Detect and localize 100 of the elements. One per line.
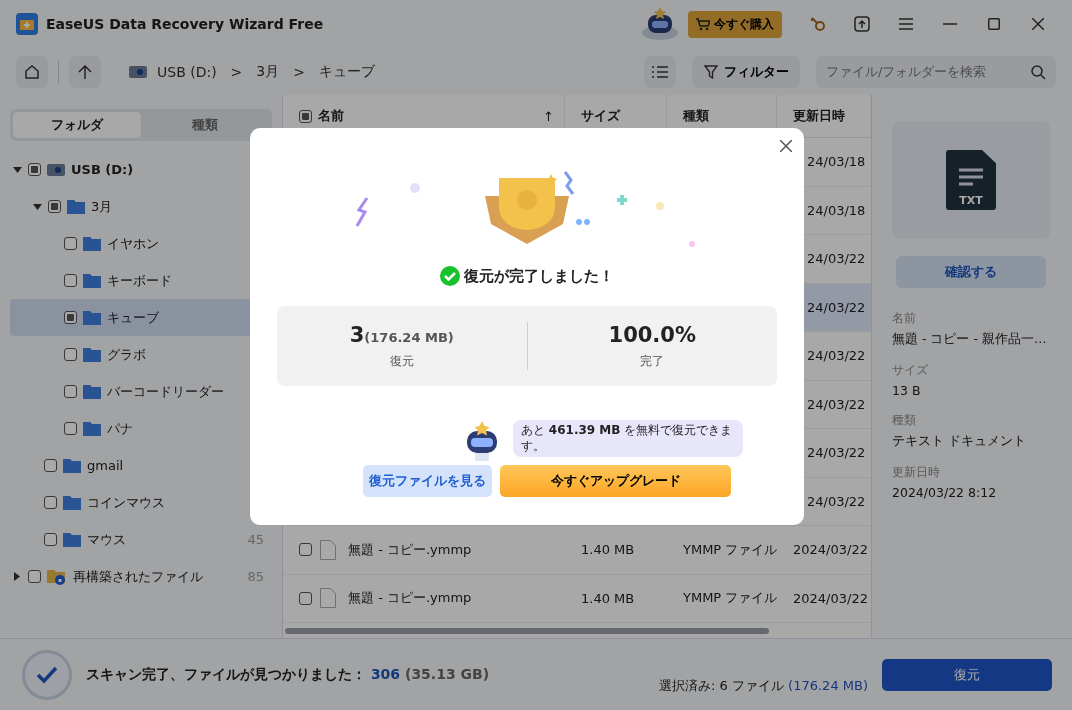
folder-icon <box>63 458 81 473</box>
detail-label: 種類 <box>892 412 917 429</box>
tree-item[interactable]: キューブ <box>107 308 159 327</box>
up-button[interactable] <box>69 55 101 88</box>
item-count: 45 <box>247 532 264 547</box>
table-cell-text: YMMP ファイル <box>682 589 777 608</box>
folder-icon <box>63 532 81 547</box>
detail-value: 13 B <box>892 383 922 398</box>
scrollbar-thumb[interactable] <box>285 628 769 634</box>
folder-icon <box>83 347 101 362</box>
checkbox[interactable] <box>28 570 41 583</box>
checkbox[interactable] <box>64 422 77 435</box>
folder-icon <box>83 384 101 399</box>
selection-summary: 選択済み: 6 ファイル (176.24 MB) <box>659 677 868 695</box>
recover-button[interactable]: 復元 <box>882 659 1052 691</box>
checkbox[interactable] <box>48 200 61 213</box>
buy-button[interactable]: 今すぐ購入 <box>688 10 782 38</box>
search-icon[interactable] <box>1031 64 1046 80</box>
tree-item[interactable]: USB (D:) <box>71 162 134 177</box>
column-header[interactable]: 種類 <box>683 107 709 125</box>
stat-label: 完了 <box>640 352 665 370</box>
file-icon <box>320 588 336 609</box>
checkbox[interactable] <box>64 311 77 324</box>
search-field[interactable]: ファイル/フォルダーを検索 <box>816 55 1056 88</box>
confirm-button[interactable]: 確認する <box>896 256 1046 288</box>
up-arrow-icon <box>78 63 92 80</box>
tree-item[interactable]: バーコードリーダー <box>107 382 224 401</box>
view-files-button[interactable]: 復元ファイルを見る <box>363 465 492 498</box>
tree-item[interactable]: パナ <box>107 419 133 438</box>
checkmark-icon <box>36 666 58 684</box>
tree-item[interactable]: イヤホン <box>107 234 159 253</box>
cart-icon <box>696 17 710 31</box>
folder-icon <box>83 310 101 325</box>
breadcrumb-item[interactable]: 3月 <box>256 62 280 81</box>
tree-item[interactable]: キーボード <box>107 271 172 290</box>
checkbox[interactable] <box>28 163 41 176</box>
drive-icon <box>47 162 65 177</box>
column-header[interactable]: 更新日時 <box>793 107 845 125</box>
column-header[interactable]: 名前 <box>318 107 344 125</box>
breadcrumb-separator: > <box>230 63 243 80</box>
table-cell-text: 24/03/22 <box>806 299 867 315</box>
upgrade-button[interactable]: 今すぐアップグレード <box>500 465 731 498</box>
key-icon[interactable] <box>810 16 826 32</box>
upload-icon[interactable] <box>854 16 870 32</box>
file-icon <box>320 539 336 560</box>
breadcrumb-item[interactable]: キューブ <box>319 62 375 81</box>
maximize-icon[interactable] <box>988 18 1000 30</box>
column-header[interactable]: サイズ <box>581 107 620 125</box>
sidebar-tab[interactable]: フォルダ <box>13 112 141 138</box>
window-title: EaseUS Data Recovery Wizard Free <box>46 16 324 32</box>
close-icon[interactable] <box>1032 18 1044 30</box>
stat-value: 100.0% <box>608 322 696 347</box>
filter-button[interactable]: フィルター <box>692 55 800 88</box>
item-count: 85 <box>247 569 264 584</box>
tree-item[interactable]: 再構築されたファイル <box>73 567 203 586</box>
checkbox[interactable] <box>44 496 57 509</box>
sort-arrow[interactable]: ↑ <box>543 108 554 124</box>
tree-item[interactable]: 3月 <box>91 197 113 216</box>
tree-item[interactable]: gmail <box>87 458 124 473</box>
expand-caret-icon[interactable] <box>32 203 42 210</box>
checkbox[interactable] <box>64 237 77 250</box>
detail-label: 名前 <box>892 310 917 327</box>
folder-icon <box>83 273 101 288</box>
table-cell-text: 2024/03/22 <box>792 590 869 606</box>
menu-icon[interactable] <box>899 18 913 30</box>
tree-item[interactable]: コインマウス <box>87 493 165 512</box>
stat-value: 3(176.24 MB) <box>349 322 454 347</box>
close-icon[interactable] <box>780 140 792 152</box>
table-cell: 無題 - コピー.ymmp <box>348 540 472 559</box>
table-cell-text: 24/03/22 <box>806 396 867 412</box>
checkbox[interactable] <box>44 459 57 472</box>
collapse-caret-icon[interactable] <box>12 572 22 581</box>
checkbox[interactable] <box>64 274 77 287</box>
table-cell-text: 24/03/22 <box>806 348 867 364</box>
table-cell: 無題 - コピー.ymmp <box>348 589 472 608</box>
checkbox[interactable] <box>64 385 77 398</box>
checkbox[interactable] <box>299 543 312 557</box>
checkbox[interactable] <box>299 591 312 605</box>
table-row[interactable]: 無題 - コピー.ymmp 1.40 MB YMMP ファイル 2024/03/22 <box>283 574 871 623</box>
checkbox[interactable] <box>299 109 312 123</box>
robot-mascot-icon[interactable] <box>640 7 680 41</box>
table-cell-text: 24/03/22 <box>806 493 867 509</box>
table-cell-text: 24/03/22 <box>806 251 867 267</box>
speech-bubble: あと 461.39 MB を無料で復元できます。 <box>513 420 743 458</box>
table-row[interactable]: 無題 - コピー.ymmp 1.40 MB YMMP ファイル 2024/03/22 <box>283 526 871 575</box>
checkbox[interactable] <box>44 533 57 546</box>
dialog-title: 復元が完了しました！ <box>464 266 614 286</box>
breadcrumb-item[interactable]: USB (D:) <box>157 63 217 80</box>
tree-item[interactable]: マウス <box>87 530 126 549</box>
list-view-button[interactable] <box>644 55 676 88</box>
expand-caret-icon[interactable] <box>12 166 22 173</box>
home-button[interactable] <box>16 55 48 88</box>
table-cell-text: 1.40 MB <box>580 590 636 606</box>
tree-item[interactable]: グラボ <box>107 345 146 364</box>
detail-label: 更新日時 <box>892 464 941 481</box>
table-cell-text: 2024/03/22 <box>792 542 869 558</box>
checkbox[interactable] <box>64 348 77 361</box>
table-cell-text: 1.40 MB <box>580 542 636 558</box>
detail-value: 無題 - コピー - 親作品一… <box>892 331 1048 348</box>
detail-value: 2024/03/22 8:12 <box>892 485 998 500</box>
